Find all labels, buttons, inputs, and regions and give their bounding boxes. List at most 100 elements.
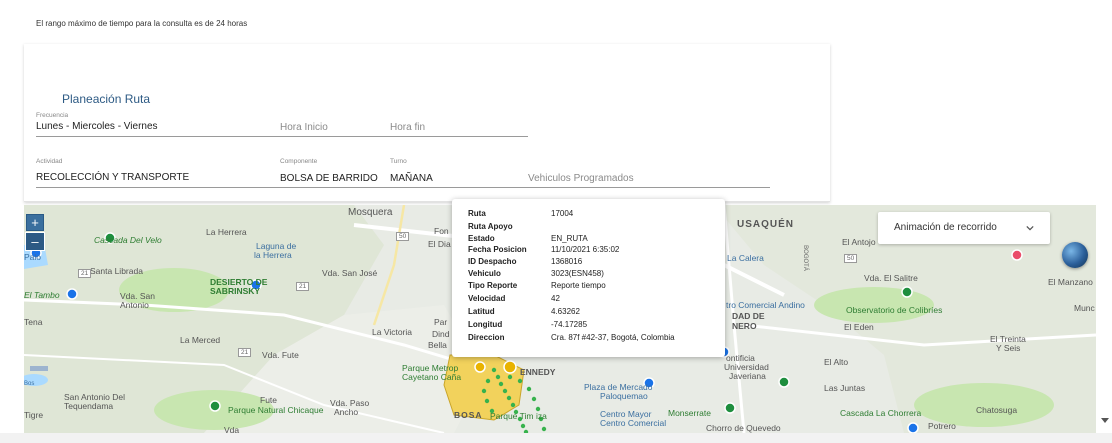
zoom-controls: + – — [25, 214, 45, 251]
place-label: Fon — [434, 226, 449, 236]
scrollbar[interactable] — [1098, 205, 1112, 433]
place-label: BOGOTÁ — [801, 245, 808, 271]
place-label: Fute — [260, 395, 278, 405]
popup-value: -74.17285 — [551, 320, 588, 329]
page: El rango máximo de tiempo para la consul… — [0, 0, 1112, 443]
place-label: Y Seis — [996, 343, 1021, 353]
start-time-placeholder: Hora Inicio — [280, 122, 328, 133]
popup-value: Reporte tiempo — [551, 281, 606, 290]
road-number-label: 50 — [844, 254, 858, 263]
globe-icon[interactable] — [1062, 242, 1088, 268]
place-label: Potrero — [928, 421, 956, 431]
bottom-strip — [0, 433, 1112, 443]
place-label: Vda. Fute — [262, 350, 299, 360]
vehicle-info-popup: Ruta 17004 Ruta Apoyo Estado EN_RUTA Fecha… — [452, 199, 725, 357]
popup-value: 1368016 — [551, 257, 583, 266]
popup-value: 17004 — [551, 209, 574, 218]
section-title: Planeación Ruta — [62, 92, 151, 106]
place-label: Chatosuga — [976, 405, 1018, 415]
shift-label: Turno — [390, 158, 407, 165]
place-label: El Manzano — [1048, 277, 1093, 287]
popup-key: Velocidad — [468, 294, 506, 303]
place-label: El Alto — [824, 357, 849, 367]
place-label: Bella — [428, 340, 447, 350]
popup-value: 42 — [551, 294, 560, 303]
popup-value: 4.63262 — [551, 307, 580, 316]
start-time-field[interactable]: Hora Inicio — [280, 112, 380, 137]
place-label: Munc — [1074, 303, 1095, 313]
place-label: El Eden — [844, 322, 874, 332]
popup-key: Direccion — [468, 333, 505, 342]
popup-key: Vehiculo — [468, 269, 501, 278]
place-label: Parque Tim — [490, 411, 534, 421]
place-label: BOSA — [454, 410, 483, 420]
place-label: La Merced — [180, 335, 221, 345]
popup-key: Tipo Reporte — [468, 281, 518, 290]
end-time-field[interactable]: Hora fin — [390, 112, 510, 137]
component-label: Componente — [280, 158, 318, 165]
road-number-label: 50 — [396, 232, 410, 241]
place-label: Las Juntas — [824, 383, 866, 393]
popup-key: Longitud — [468, 320, 503, 329]
place-label: Vda — [224, 425, 240, 433]
popup-key: Ruta — [468, 209, 486, 218]
popup-key: Estado — [468, 234, 495, 243]
place-label: La Victoria — [372, 327, 413, 337]
popup-value: 11/10/2021 6:35:02 — [551, 245, 620, 254]
end-time-placeholder: Hora fin — [390, 122, 426, 133]
scroll-down-arrow-icon[interactable] — [1101, 418, 1109, 423]
frequency-value: Lunes - Miercoles - Viernes — [36, 121, 158, 132]
chevron-down-icon — [1026, 225, 1034, 231]
place-label: Tigre — [24, 410, 44, 420]
place-label: Paloquemao — [600, 391, 648, 401]
place-label: iza — [536, 411, 547, 421]
place-label: El Antojo — [842, 237, 876, 247]
scale-bar — [30, 366, 48, 371]
place-label: USAQUÉN — [737, 219, 795, 230]
place-label: Parque Natural Chicaque — [228, 405, 324, 415]
route-animation-dropdown[interactable]: Animación de recorrido — [878, 212, 1050, 244]
place-label: Par — [434, 317, 448, 327]
place-label: Bos — [24, 381, 35, 387]
activity-value: RECOLECCIÓN Y TRANSPORTE — [36, 172, 190, 183]
place-label: Ancho — [334, 407, 359, 417]
place-label: Santa Librada — [90, 266, 143, 276]
popup-key: Latitud — [468, 307, 495, 316]
place-label: Dind — [432, 329, 450, 339]
place-label: Monserrate — [668, 408, 711, 418]
scheduled-vehicles-field[interactable]: Vehiculos Programados — [528, 158, 768, 188]
popup-value: 3023(ESN458) — [551, 269, 604, 278]
place-label: El Dia — [428, 239, 451, 249]
shift-field[interactable]: Turno MAÑANA — [390, 158, 510, 188]
place-label: Cayetano Caña — [402, 372, 462, 382]
place-label: SABRINSKY — [210, 286, 261, 296]
place-label: Observatorio de Colibríes — [846, 305, 943, 315]
road-number-label: 21 — [78, 269, 92, 278]
zoom-in-button[interactable]: + — [26, 214, 44, 231]
road-number-label: 21 — [238, 348, 252, 357]
place-label: Mosquera — [348, 207, 393, 218]
place-label: La Calera — [727, 253, 764, 263]
road-highway — [372, 205, 406, 326]
time-range-notice: El rango máximo de tiempo para la consul… — [36, 19, 248, 28]
component-field[interactable]: Componente BOLSA DE BARRIDO — [280, 158, 390, 188]
place-label: Antonio — [120, 300, 149, 310]
place-label: Javeriana — [729, 371, 766, 381]
place-label: Tequendama — [64, 401, 114, 411]
place-label: tro Comercial Andino — [726, 300, 805, 310]
scheduled-vehicles-placeholder: Vehiculos Programados — [528, 173, 634, 184]
popup-value: Cra. 87f #42-37, Bogotá, Colombia — [551, 333, 675, 342]
popup-value: EN_RUTA — [551, 234, 588, 243]
place-label: El Tambo — [24, 290, 60, 300]
place-label: Cascada Del Velo — [94, 235, 162, 245]
route-animation-label: Animación de recorrido — [894, 222, 997, 233]
place-label: la Herrera — [254, 250, 292, 260]
popup-key: ID Despacho — [468, 257, 517, 266]
component-value: BOLSA DE BARRIDO — [280, 173, 378, 184]
place-label: Tena — [24, 317, 43, 327]
place-label: Vda. El Salitre — [864, 273, 918, 283]
place-label: La Herrera — [206, 227, 247, 237]
place-label: Vda. San José — [322, 268, 378, 278]
place-label: ENNEDY — [520, 367, 556, 377]
zoom-out-button[interactable]: – — [25, 232, 45, 251]
